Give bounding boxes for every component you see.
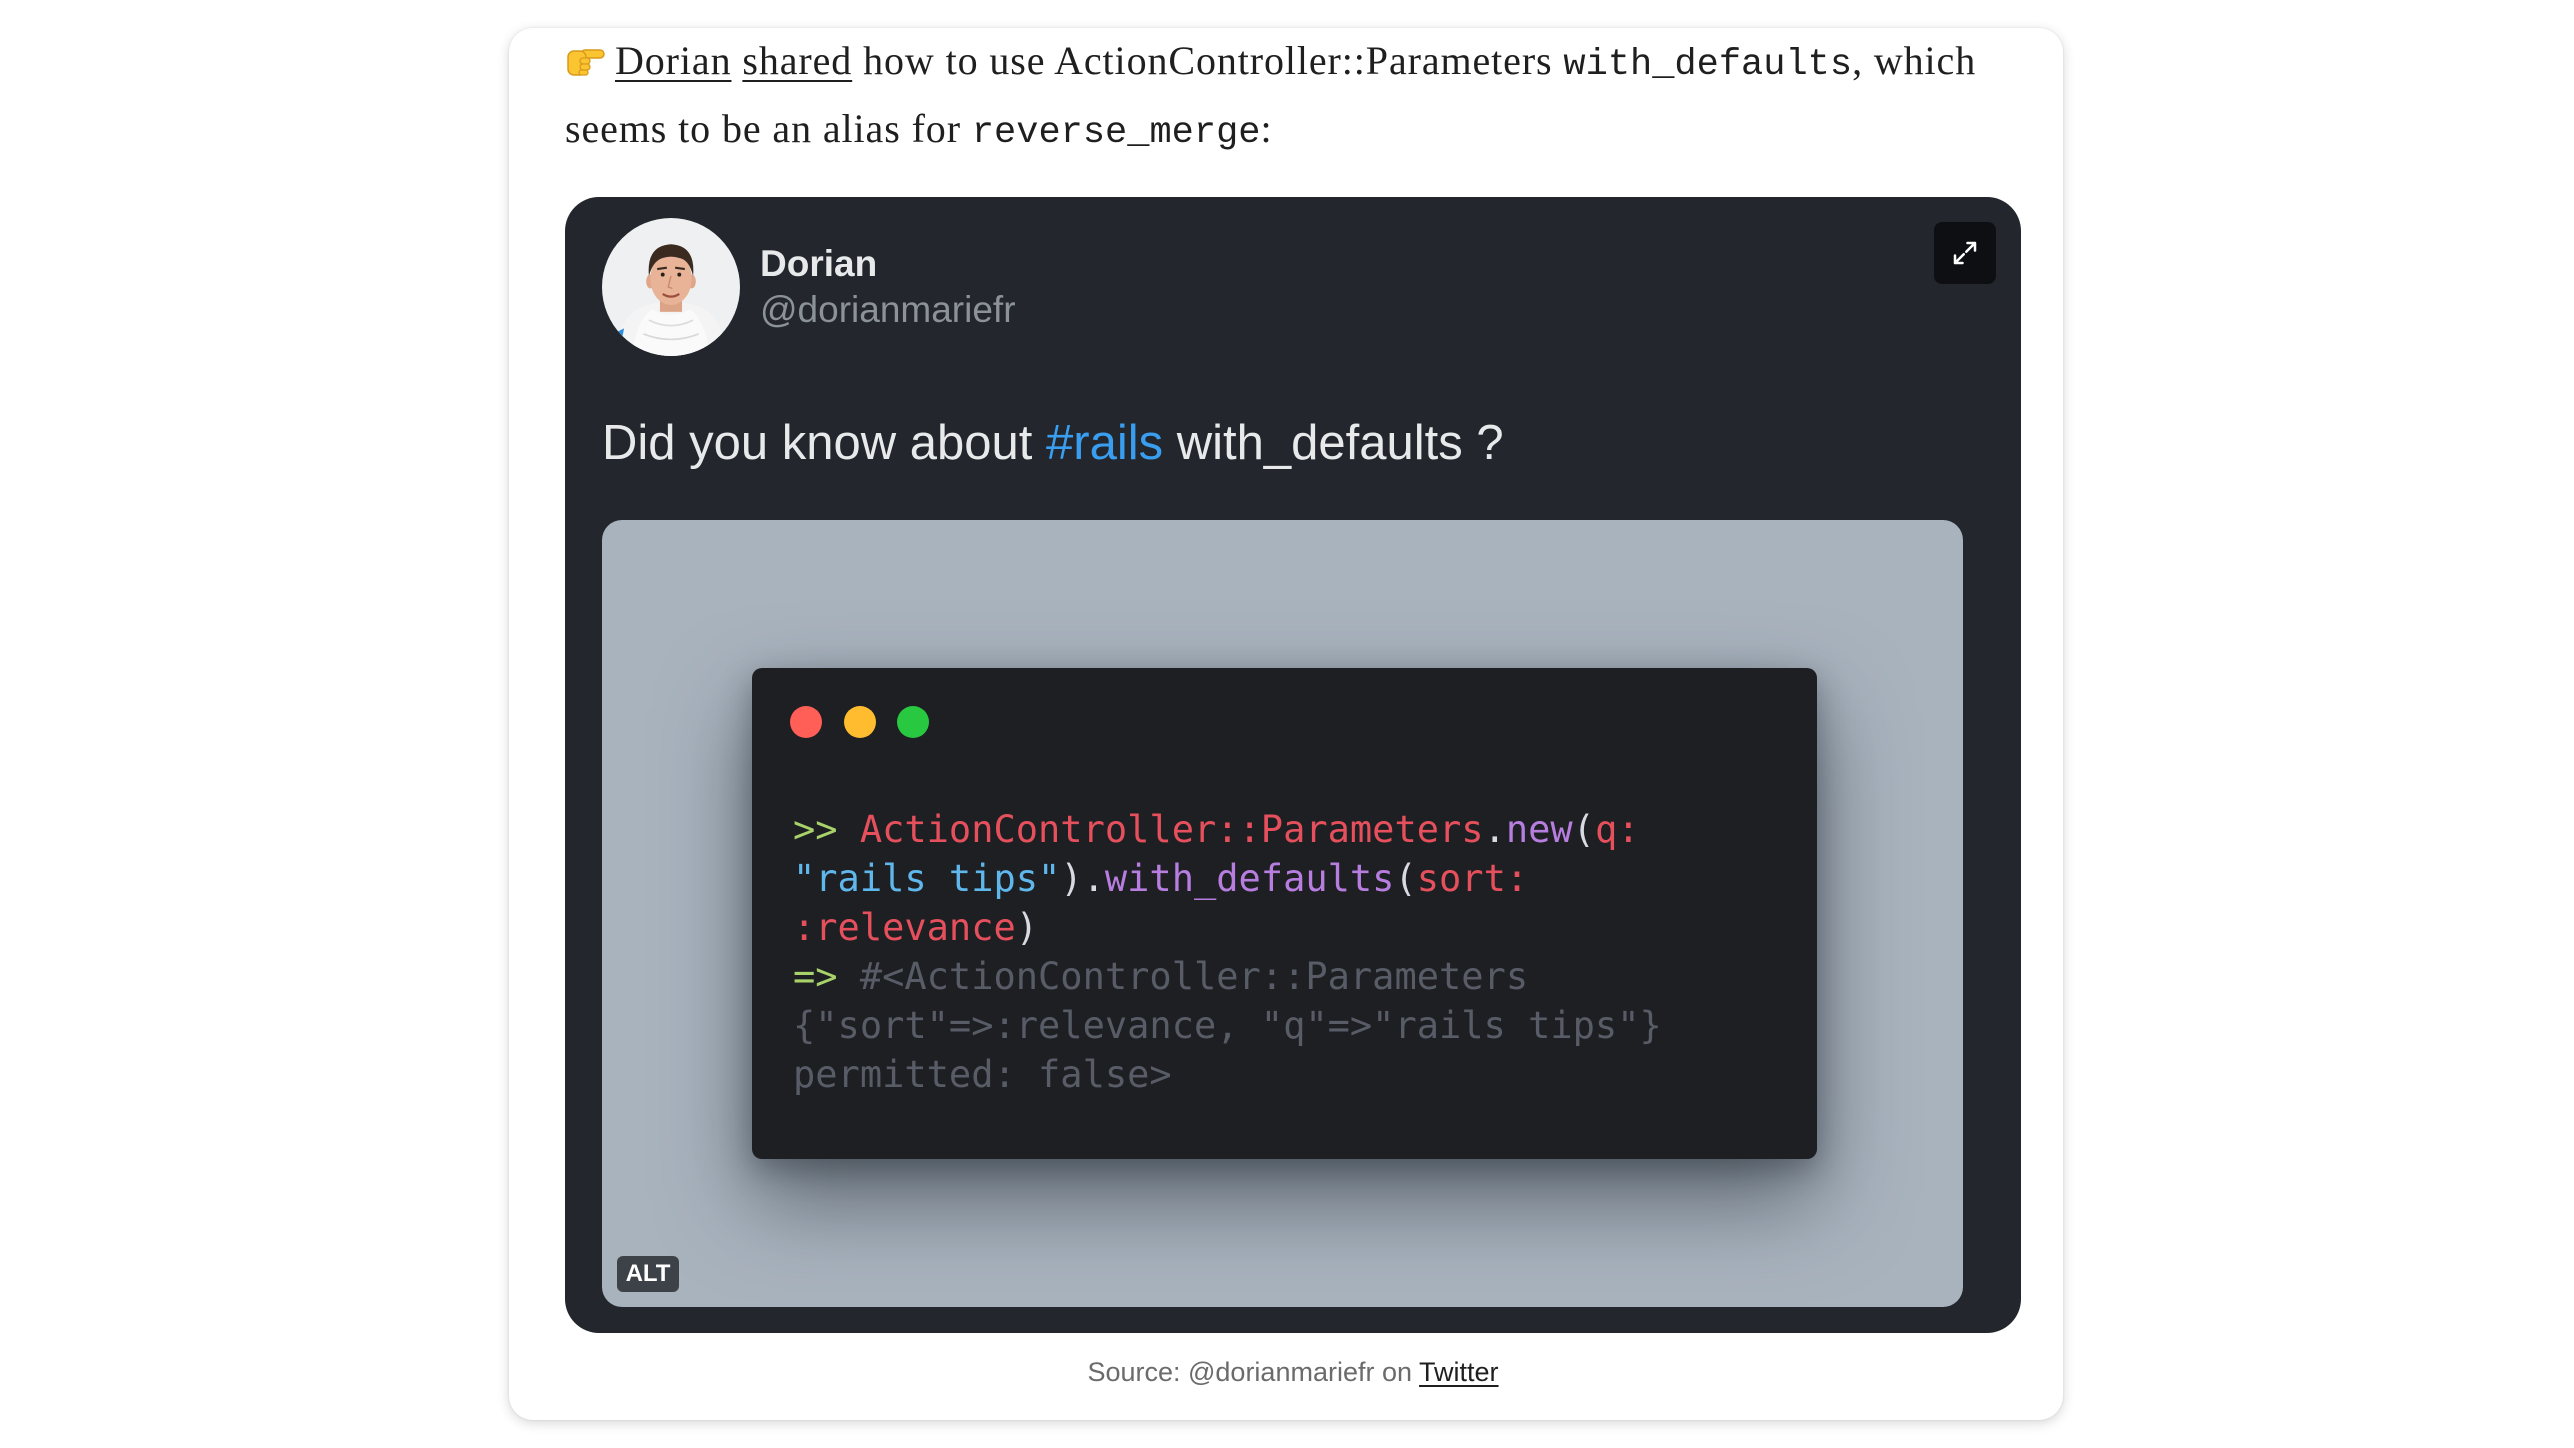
code-window: >> ActionController::Parameters.new(q: "r… <box>752 668 1817 1159</box>
code-block: >> ActionController::Parameters.new(q: "r… <box>793 805 1662 1099</box>
code-token: ) <box>1060 857 1083 900</box>
code-token: with_defaults <box>1104 857 1395 900</box>
code-token: sort: <box>1416 857 1529 900</box>
code-line: :relevance) <box>793 903 1662 952</box>
inline-code: reverse_merge <box>971 112 1261 154</box>
tweet-author-handle[interactable]: @dorianmariefr <box>760 287 1016 333</box>
point-right-icon <box>565 43 605 77</box>
post-card: Dorian shared how to use ActionControlle… <box>509 28 2063 1420</box>
code-token: :relevance <box>793 906 1016 949</box>
code-token: ( <box>1394 857 1417 900</box>
code-token: ActionController::Parameters <box>859 808 1484 851</box>
intro-text: , which <box>1852 38 1977 83</box>
code-token: >> <box>793 808 860 851</box>
code-token: new <box>1505 808 1573 851</box>
intro-text: seems to be an alias for <box>565 106 972 151</box>
shared-link[interactable]: shared <box>742 38 852 83</box>
tweet-author-name[interactable]: Dorian <box>760 241 877 287</box>
source-caption: Source: @dorianmariefr on Twitter <box>565 1354 2021 1390</box>
code-token: . <box>1082 857 1105 900</box>
expand-button[interactable] <box>1934 222 1996 284</box>
code-line: {"sort"=>:relevance, "q"=>"rails tips"} <box>793 1001 1662 1050</box>
window-close-dot <box>790 706 822 738</box>
code-token: q: <box>1594 808 1640 851</box>
tweet-text-part: with_defaults ? <box>1163 416 1504 470</box>
post-intro: Dorian shared how to use ActionControlle… <box>565 29 1976 165</box>
hashtag-link[interactable]: #rails <box>1046 416 1163 470</box>
tweet-embed: Dorian @dorianmariefr Did you know about… <box>565 197 2021 1333</box>
code-token: ( <box>1572 808 1595 851</box>
code-token: => <box>793 955 860 998</box>
tweet-media[interactable]: >> ActionController::Parameters.new(q: "r… <box>602 520 1963 1307</box>
code-line: => #<ActionController::Parameters <box>793 952 1662 1001</box>
code-token: "rails tips" <box>793 857 1061 900</box>
inline-code: with_defaults <box>1563 44 1853 86</box>
avatar[interactable] <box>602 218 740 356</box>
alt-badge[interactable]: ALT <box>617 1256 679 1292</box>
tweet-text: Did you know about #rails with_defaults … <box>602 414 1504 472</box>
code-line: permitted: false> <box>793 1050 1662 1099</box>
code-token: ) <box>1015 906 1039 949</box>
window-minimize-dot <box>844 706 876 738</box>
avatar-image <box>602 218 740 356</box>
code-token: . <box>1483 808 1506 851</box>
tweet-text-part: Did you know about <box>602 416 1046 470</box>
caption-text: Source: @dorianmariefr on <box>1087 1357 1420 1387</box>
expand-icon <box>1953 241 1977 265</box>
code-line: "rails tips").with_defaults(sort: <box>793 854 1662 903</box>
author-link[interactable]: Dorian <box>615 38 731 83</box>
twitter-link[interactable]: Twitter <box>1419 1357 1499 1387</box>
window-maximize-dot <box>897 706 929 738</box>
code-line: >> ActionController::Parameters.new(q: <box>793 805 1662 854</box>
code-token: {"sort"=>:relevance, "q"=>"rails tips"} <box>793 1004 1662 1047</box>
code-token: #<ActionController::Parameters <box>859 955 1529 998</box>
intro-text: how to use ActionController::Parameters <box>852 38 1564 83</box>
intro-text: : <box>1260 106 1273 151</box>
code-token: permitted: false> <box>793 1053 1172 1096</box>
